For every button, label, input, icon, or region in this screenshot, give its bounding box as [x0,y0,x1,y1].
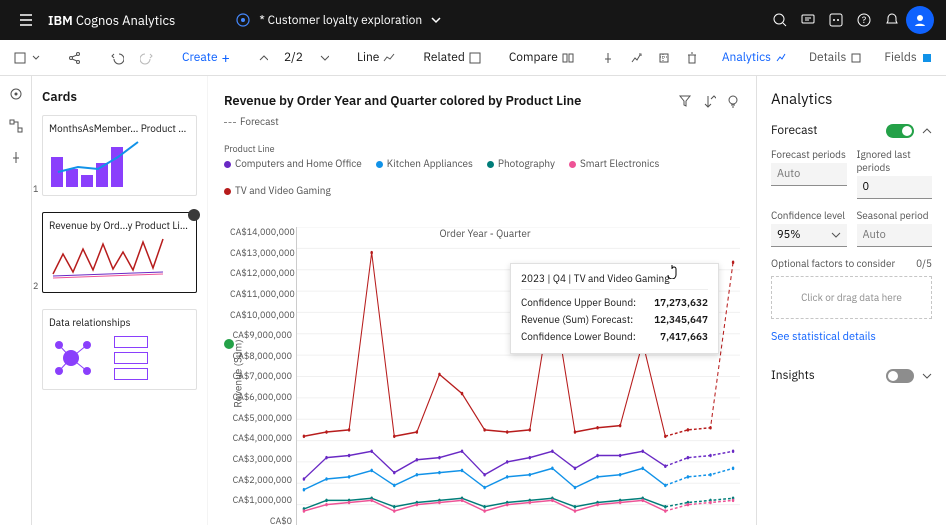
tab-analytics[interactable]: Analytics [712,44,797,71]
factors-dropzone[interactable]: Click or drag data here [771,276,932,319]
insights-section-title: Insights [771,368,815,383]
legend-item[interactable]: Computers and Home Office [224,157,362,170]
next-card-icon[interactable] [313,49,335,67]
confidence-label: Confidence level [771,209,847,222]
card-3-title: Data relationships [49,316,190,329]
chevron-down-icon[interactable] [430,14,442,26]
seasonal-label: Seasonal period [857,209,933,222]
brand-prefix: IBM [48,12,73,29]
analytics-heading: Analytics [771,90,932,109]
insight-bulb-icon[interactable] [726,94,740,108]
chevron-up-icon[interactable] [922,126,932,136]
y-axis-labels: CA$14,000,000CA$13,000,000CA$12,000,000C… [230,227,292,525]
app-menu-icon[interactable] [12,6,40,34]
statistical-details-link[interactable]: See statistical details [771,330,876,344]
export-icon[interactable] [624,48,648,68]
card-1[interactable]: MonthsAsMember... Product Line 1 [42,115,197,196]
share-icon[interactable] [62,47,88,69]
cards-heading: Cards [42,88,197,105]
chat-icon[interactable] [794,6,822,34]
chart-title: Revenue by Order Year and Quarter colore… [224,92,581,109]
card-3[interactable]: Data relationships [42,309,197,390]
notifications-icon[interactable] [878,6,906,34]
compare-button[interactable]: Compare [503,46,580,69]
card-2-title: Revenue by Ord...y Product Line [49,219,190,232]
forecast-toggle[interactable] [886,124,914,138]
tab-fields[interactable]: Fields [874,44,942,71]
forecast-periods-input[interactable] [771,163,847,186]
legend-forecast: Forecast [224,115,279,128]
viz-type-label: Line [357,50,379,65]
card-2-thumb [49,236,190,286]
resize-icon[interactable] [652,48,676,68]
sort-icon[interactable] [702,94,716,108]
doc-title: * Customer loyalty exploration [259,13,422,28]
card-1-thumb [49,139,190,189]
legend-item[interactable]: Photography [487,157,555,170]
brand-name: Cognos Analytics [76,12,176,29]
delete-icon[interactable] [680,48,704,68]
user-avatar[interactable] [906,6,934,34]
factors-label: Optional factors to consider [771,257,895,270]
legend-item[interactable]: Kitchen Appliances [376,157,473,170]
viz-type-line[interactable]: Line [351,46,401,69]
assistant-icon[interactable] [822,6,850,34]
ai-orb-icon [235,12,251,28]
redo-icon[interactable] [134,47,160,69]
source-dropdown[interactable] [8,47,46,69]
card-2[interactable]: Revenue by Ord...y Product Line 2 [42,212,197,293]
svg-text:?: ? [862,15,866,26]
rail-pin-icon[interactable] [6,148,26,168]
card-2-number: 2 [33,281,38,292]
related-button[interactable]: Related [417,46,486,69]
forecast-periods-label: Forecast periods [771,148,847,161]
card-2-badge-icon [188,209,200,221]
rail-data-icon[interactable] [6,116,26,136]
create-label: Create [182,50,218,65]
chart-tooltip: 2023 | Q4 | TV and Video Gaming Confiden… [510,263,719,354]
legend-title: Product Line [224,144,740,155]
y-zoom-handle[interactable] [222,337,236,351]
rail-explore-icon[interactable] [6,84,26,104]
compare-label: Compare [509,50,558,65]
factors-count: 0/5 [916,257,932,270]
legend-item[interactable]: TV and Video Gaming [224,184,331,197]
cursor-icon [666,263,682,279]
card-1-title: MonthsAsMember... Product Line [49,122,190,135]
related-label: Related [423,50,464,65]
help-icon[interactable]: ? [850,6,878,34]
chevron-down-icon[interactable] [922,371,932,381]
create-button[interactable]: Create + [176,46,236,69]
pager: 2/2 [278,46,309,69]
ignored-periods-input[interactable] [857,176,933,199]
tab-details[interactable]: Details [799,44,872,71]
insights-toggle[interactable] [886,369,914,383]
card-1-number: 1 [33,184,38,195]
seasonal-input[interactable] [857,224,933,247]
forecast-section-title: Forecast [771,123,817,138]
search-icon[interactable] [766,6,794,34]
card-3-thumb [49,333,190,383]
ignored-periods-label: Ignored last periods [857,148,933,174]
undo-icon[interactable] [104,47,130,69]
brand: IBM Cognos Analytics [48,12,175,29]
pin-icon[interactable] [596,48,620,68]
filter-icon[interactable] [678,94,692,108]
prev-card-icon[interactable] [252,49,274,67]
legend-item[interactable]: Smart Electronics [569,157,659,170]
